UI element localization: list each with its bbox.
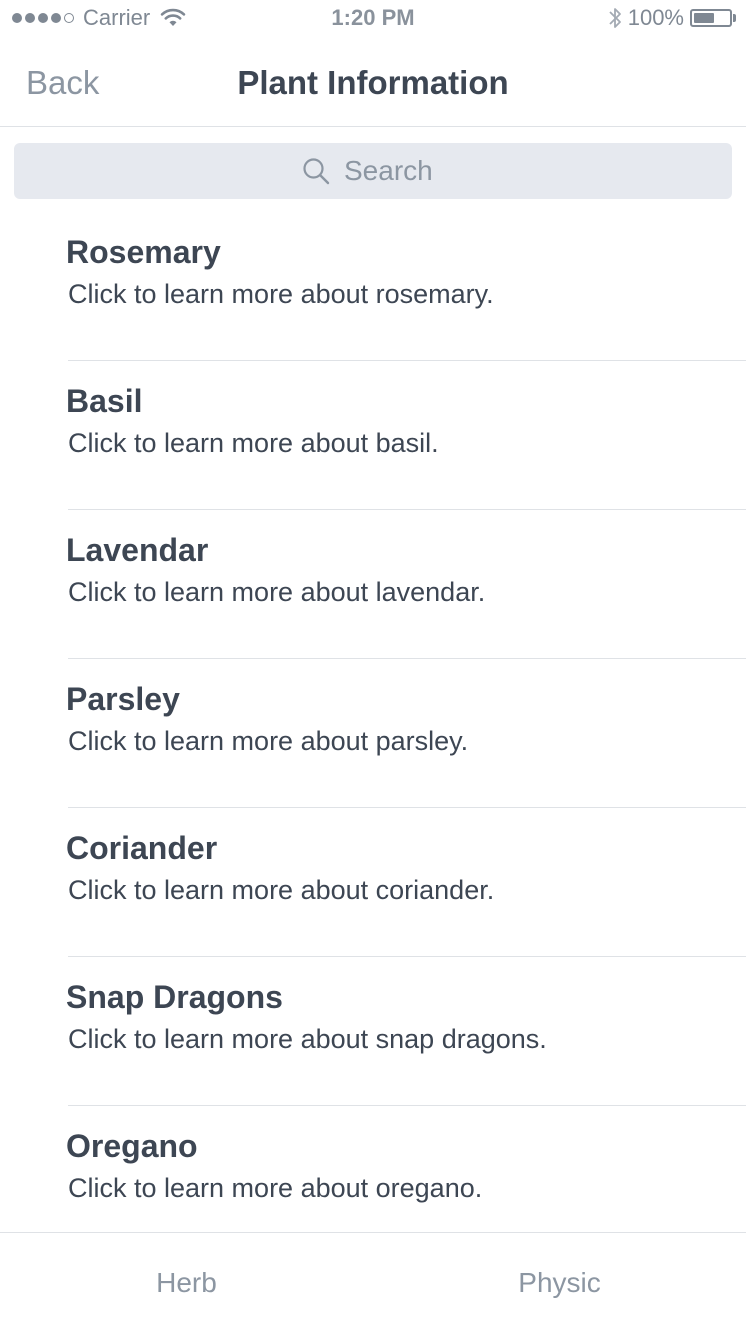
search-input[interactable] (344, 155, 444, 187)
status-bar: Carrier 1:20 PM 100% (0, 0, 746, 38)
list-item[interactable]: Rosemary Click to learn more about rosema… (0, 212, 746, 361)
list-item[interactable]: Basil Click to learn more about basil. (0, 361, 746, 510)
plant-name: Basil (66, 383, 143, 419)
page-title: Plant Information (237, 64, 509, 101)
battery-fill (694, 13, 715, 23)
search-icon (303, 158, 330, 185)
plant-description: Click to learn more about oregano. (68, 1173, 483, 1203)
plant-description: Click to learn more about coriander. (68, 875, 495, 905)
bluetooth-icon (609, 8, 621, 28)
plant-description: Click to learn more about snap dragons. (68, 1024, 547, 1054)
plant-name: Snap Dragons (66, 979, 283, 1015)
list-item[interactable]: Coriander Click to learn more about coria… (0, 808, 746, 957)
plant-name: Rosemary (66, 234, 221, 270)
list-item[interactable]: Oregano Click to learn more about oregano… (0, 1106, 746, 1232)
plant-description: Click to learn more about rosemary. (68, 279, 494, 309)
plant-name: Oregano (66, 1128, 198, 1164)
tab-herb[interactable]: Herb (0, 1233, 373, 1333)
list-item[interactable]: Snap Dragons Click to learn more about sn… (0, 957, 746, 1106)
plant-description: Click to learn more about basil. (68, 428, 439, 458)
navigation-bar: Plant Information Back (0, 38, 746, 127)
plant-name: Parsley (66, 681, 180, 717)
plant-description: Click to learn more about parsley. (68, 726, 469, 756)
battery-tip (733, 14, 736, 22)
plant-name: Lavendar (66, 532, 209, 568)
search-bar[interactable] (14, 143, 732, 199)
battery-percent: 100% (627, 5, 684, 30)
list-item[interactable]: Lavendar Click to learn more about lavend… (0, 510, 746, 659)
tab-physic[interactable]: Physic (373, 1233, 746, 1333)
plant-list: Rosemary Click to learn more about rosema… (0, 212, 746, 1232)
plant-name: Coriander (66, 830, 218, 866)
battery-icon (690, 9, 732, 27)
status-right: 100% (608, 4, 736, 32)
back-button[interactable]: Back (26, 62, 99, 104)
plant-description: Click to learn more about lavendar. (68, 577, 486, 607)
tab-bar: Herb Physic (0, 1232, 746, 1333)
list-item[interactable]: Parsley Click to learn more about parsley… (0, 659, 746, 808)
